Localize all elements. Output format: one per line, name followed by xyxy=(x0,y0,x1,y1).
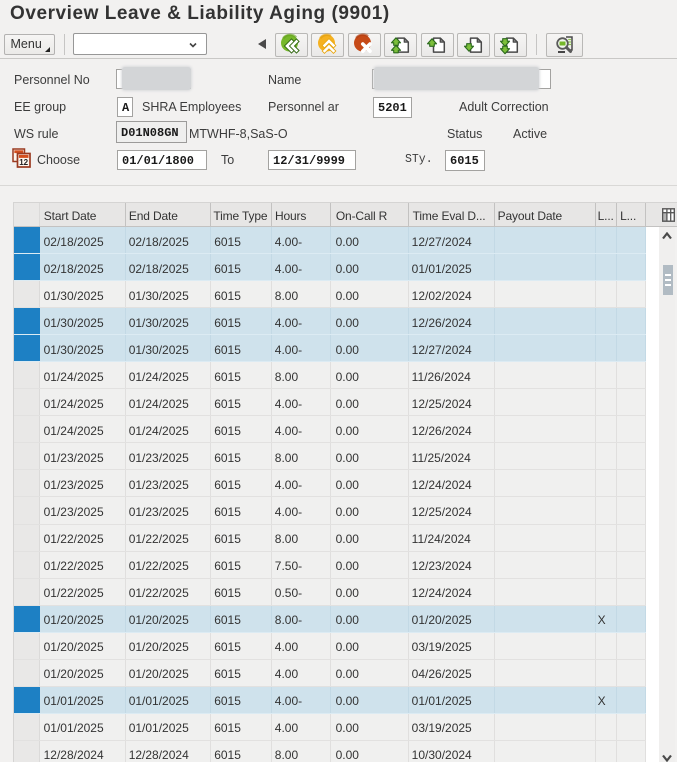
svg-text:12: 12 xyxy=(19,158,28,167)
